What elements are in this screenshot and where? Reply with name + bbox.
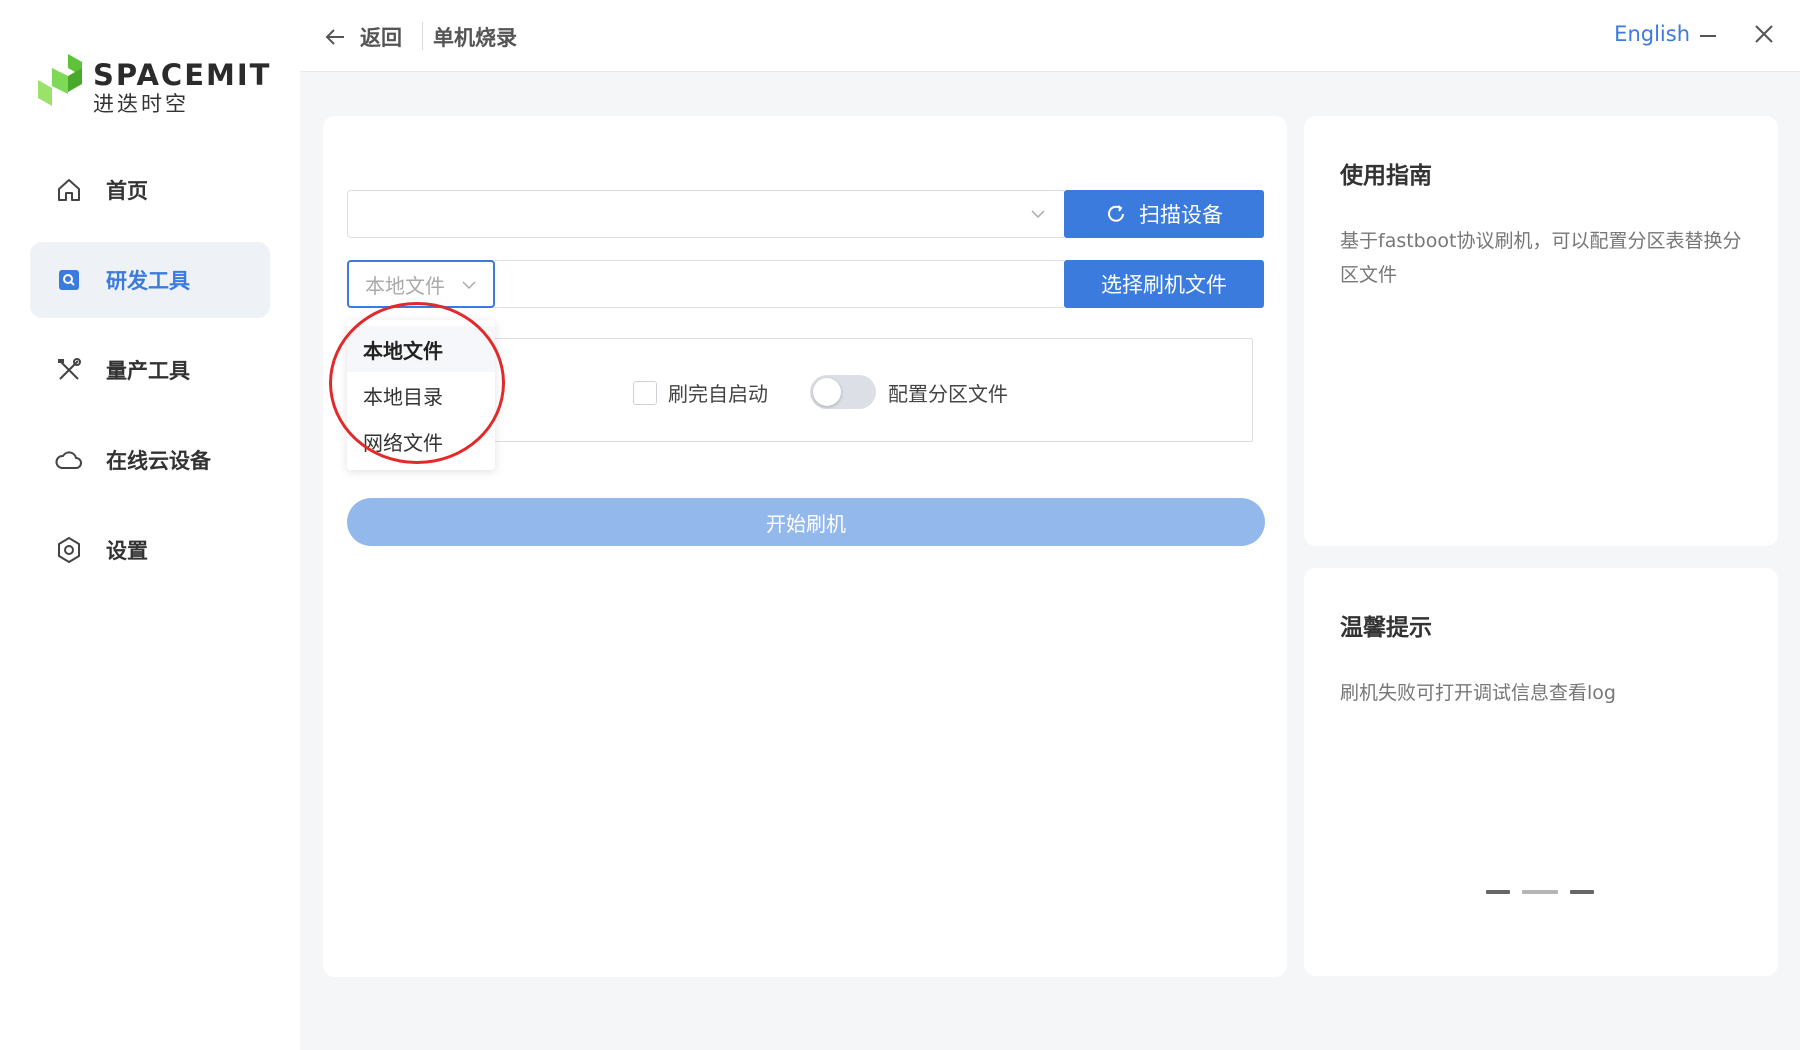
settings-icon — [54, 535, 84, 565]
breadcrumb-divider — [422, 22, 423, 50]
home-icon — [54, 175, 84, 205]
tips-card: 温馨提示 刷机失败可打开调试信息查看log — [1304, 568, 1778, 976]
back-label: 返回 — [360, 26, 402, 50]
cloud-icon — [54, 445, 84, 475]
dropdown-option-local-file[interactable]: 本地文件 — [347, 326, 495, 372]
sidebar-item-label: 量产工具 — [106, 359, 190, 383]
carousel-dot[interactable] — [1486, 890, 1510, 894]
guide-title: 使用指南 — [1340, 163, 1432, 189]
start-flash-button[interactable]: 开始刷机 — [347, 498, 1265, 546]
tips-title: 温馨提示 — [1340, 615, 1432, 641]
sidebar-item-label: 设置 — [106, 539, 148, 563]
flash-panel: 扫描设备 本地文件 选择刷机文件 刷完自启动 配置分区文件 本地文件 本地目录 … — [323, 116, 1287, 977]
choose-flash-file-label: 选择刷机文件 — [1101, 273, 1227, 297]
dev-tools-icon — [54, 265, 84, 295]
sidebar-item-label: 在线云设备 — [106, 449, 211, 473]
carousel-indicator — [1486, 890, 1606, 894]
spacemit-logo: SPACEMIT 进迭时空 — [38, 54, 272, 116]
scan-devices-label: 扫描设备 — [1139, 203, 1223, 227]
sidebar-item-production-tools[interactable]: 量产工具 — [30, 332, 270, 408]
source-type-dropdown: 本地文件 本地目录 网络文件 — [347, 320, 495, 470]
sidebar-item-home[interactable]: 首页 — [30, 152, 270, 228]
logo-mark-icon — [38, 54, 82, 106]
sidebar-nav: 首页 研发工具 量产工具 在线云设备 设置 — [30, 152, 270, 602]
chevron-down-icon — [462, 281, 476, 290]
dropdown-option-network-file[interactable]: 网络文件 — [347, 418, 495, 464]
back-button[interactable]: 返回 — [324, 20, 402, 54]
close-icon — [1755, 25, 1773, 43]
guide-card: 使用指南 基于fastboot协议刷机，可以配置分区表替换分区文件 — [1304, 116, 1778, 546]
logo-text-cn: 进迭时空 — [93, 92, 189, 116]
minimize-button[interactable] — [1696, 22, 1720, 50]
carousel-dot[interactable] — [1570, 890, 1594, 894]
arrow-left-icon — [325, 29, 344, 45]
device-select[interactable] — [347, 190, 1066, 238]
chevron-down-icon — [1031, 210, 1045, 219]
scan-devices-button[interactable]: 扫描设备 — [1064, 190, 1264, 238]
minimize-icon — [1700, 35, 1716, 37]
top-bar: 返回 单机烧录 English — [300, 0, 1800, 72]
source-type-value: 本地文件 — [365, 273, 445, 298]
sidebar-item-settings[interactable]: 设置 — [30, 512, 270, 588]
auto-start-checkbox[interactable] — [633, 381, 657, 405]
page-title: 单机烧录 — [433, 26, 517, 50]
tips-text: 刷机失败可打开调试信息查看log — [1340, 682, 1616, 704]
sidebar-item-cloud-devices[interactable]: 在线云设备 — [30, 422, 270, 498]
language-switch[interactable]: English — [1614, 22, 1690, 46]
source-type-select[interactable]: 本地文件 — [347, 260, 495, 308]
close-button[interactable] — [1750, 20, 1778, 48]
refresh-icon — [1108, 205, 1124, 222]
choose-flash-file-button[interactable]: 选择刷机文件 — [1064, 260, 1264, 308]
start-flash-label: 开始刷机 — [766, 511, 846, 536]
carousel-dot-active[interactable] — [1522, 890, 1558, 894]
tools-icon — [54, 355, 84, 385]
logo-text-en: SPACEMIT — [93, 58, 272, 92]
sidebar: SPACEMIT 进迭时空 首页 研发工具 量产工具 在线云设备 设置 — [0, 0, 300, 1050]
partition-config-toggle[interactable] — [810, 375, 876, 409]
sidebar-item-label: 首页 — [106, 179, 148, 203]
sidebar-item-label: 研发工具 — [106, 269, 190, 293]
partition-config-label: 配置分区文件 — [888, 382, 1008, 406]
toggle-knob — [813, 378, 841, 406]
guide-text: 基于fastboot协议刷机，可以配置分区表替换分区文件 — [1340, 230, 1742, 286]
auto-start-label: 刷完自启动 — [668, 382, 768, 406]
sidebar-item-dev-tools[interactable]: 研发工具 — [30, 242, 270, 318]
dropdown-option-local-directory[interactable]: 本地目录 — [347, 372, 495, 418]
